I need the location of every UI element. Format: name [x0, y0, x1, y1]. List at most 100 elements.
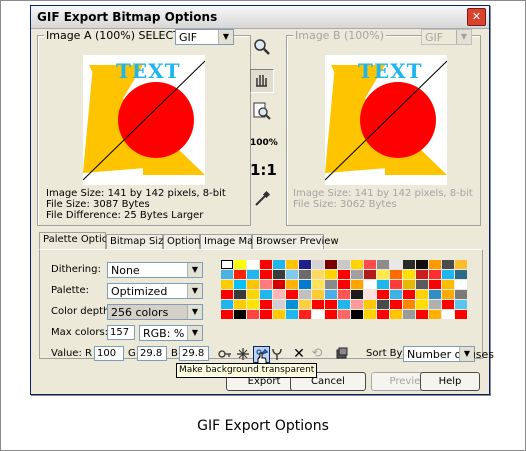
palette-swatch[interactable] — [455, 310, 467, 319]
palette-swatch[interactable] — [286, 300, 298, 309]
palette-swatch[interactable] — [429, 310, 441, 319]
palette-swatch[interactable] — [286, 290, 298, 299]
palette-swatch[interactable] — [351, 280, 363, 289]
restore-color-button[interactable]: ⟲ — [310, 347, 324, 361]
palette-swatch[interactable] — [377, 290, 389, 299]
palette-swatch[interactable] — [455, 300, 467, 309]
palette-swatch[interactable] — [442, 260, 454, 269]
one-to-one-button[interactable]: 1:1 — [250, 158, 277, 182]
palette-swatch[interactable] — [390, 300, 402, 309]
zoom-area-tool-button[interactable] — [250, 101, 274, 125]
palette-swatch[interactable] — [325, 260, 337, 269]
help-button[interactable]: Help — [420, 372, 480, 391]
palette-swatch[interactable] — [273, 290, 285, 299]
palette-swatch[interactable] — [442, 300, 454, 309]
green-input[interactable]: 29.8 — [137, 346, 167, 361]
palette-swatch[interactable] — [416, 310, 428, 319]
palette-swatch[interactable] — [351, 260, 363, 269]
palette-swatch[interactable] — [416, 290, 428, 299]
palette-swatch[interactable] — [338, 310, 350, 319]
palette-swatch[interactable] — [286, 280, 298, 289]
add-color-button[interactable] — [335, 347, 349, 361]
palette-swatch[interactable] — [364, 310, 376, 319]
palette-swatch[interactable] — [234, 270, 246, 279]
palette-swatch[interactable] — [260, 270, 272, 279]
palette-swatch[interactable] — [221, 300, 233, 309]
palette-swatch[interactable] — [234, 280, 246, 289]
close-button[interactable]: ✕ — [467, 8, 486, 26]
red-input[interactable]: 100 — [94, 346, 124, 361]
palette-swatch[interactable] — [299, 290, 311, 299]
tab-image-map[interactable]: Image Map — [200, 234, 260, 249]
palette-swatch[interactable] — [312, 290, 324, 299]
palette-swatch[interactable] — [351, 310, 363, 319]
tab-options[interactable]: Options — [163, 234, 206, 249]
palette-swatch[interactable] — [455, 260, 467, 269]
palette-swatch[interactable] — [299, 260, 311, 269]
palette-swatch[interactable] — [260, 260, 272, 269]
palette-swatch[interactable] — [338, 290, 350, 299]
color-palette-grid[interactable] — [221, 260, 467, 319]
eyedropper-tool-button[interactable] — [250, 189, 274, 213]
palette-swatch[interactable] — [312, 270, 324, 279]
palette-swatch[interactable] — [377, 310, 389, 319]
palette-swatch[interactable] — [403, 310, 415, 319]
palette-swatch[interactable] — [221, 260, 233, 269]
palette-swatch[interactable] — [273, 280, 285, 289]
palette-swatch[interactable] — [377, 300, 389, 309]
palette-swatch[interactable] — [286, 270, 298, 279]
image-a-preview[interactable]: TEXT — [83, 55, 205, 185]
palette-swatch[interactable] — [260, 310, 272, 319]
palette-swatch[interactable] — [273, 310, 285, 319]
palette-select[interactable]: Optimized ▼ — [107, 283, 203, 299]
palette-swatch[interactable] — [442, 290, 454, 299]
blue-input[interactable]: 29.8 — [179, 346, 209, 361]
palette-swatch[interactable] — [364, 280, 376, 289]
palette-swatch[interactable] — [299, 270, 311, 279]
palette-swatch[interactable] — [429, 300, 441, 309]
palette-swatch[interactable] — [338, 260, 350, 269]
max-colors-input[interactable]: 157 — [107, 325, 135, 340]
palette-swatch[interactable] — [416, 280, 428, 289]
palette-swatch[interactable] — [234, 300, 246, 309]
palette-swatch[interactable] — [247, 260, 259, 269]
zoom-tool-button[interactable] — [250, 37, 274, 61]
palette-swatch[interactable] — [325, 310, 337, 319]
palette-swatch[interactable] — [442, 310, 454, 319]
palette-swatch[interactable] — [273, 260, 285, 269]
palette-swatch[interactable] — [351, 300, 363, 309]
palette-swatch[interactable] — [247, 280, 259, 289]
palette-swatch[interactable] — [351, 270, 363, 279]
palette-swatch[interactable] — [455, 280, 467, 289]
palette-swatch[interactable] — [403, 280, 415, 289]
palette-swatch[interactable] — [429, 270, 441, 279]
palette-swatch[interactable] — [390, 260, 402, 269]
palette-swatch[interactable] — [442, 280, 454, 289]
palette-swatch[interactable] — [338, 280, 350, 289]
palette-swatch[interactable] — [221, 270, 233, 279]
image-b-preview[interactable]: TEXT — [325, 55, 447, 185]
palette-swatch[interactable] — [377, 280, 389, 289]
palette-swatch[interactable] — [364, 260, 376, 269]
dithering-select[interactable]: None ▼ — [107, 262, 203, 278]
palette-swatch[interactable] — [221, 290, 233, 299]
palette-swatch[interactable] — [312, 280, 324, 289]
palette-swatch[interactable] — [403, 270, 415, 279]
palette-swatch[interactable] — [286, 310, 298, 319]
palette-swatch[interactable] — [390, 270, 402, 279]
palette-swatch[interactable] — [390, 280, 402, 289]
palette-swatch[interactable] — [299, 300, 311, 309]
tab-bitmap-size[interactable]: Bitmap Size — [106, 234, 169, 249]
color-mode-select[interactable]: RGB: % ▼ — [139, 325, 203, 341]
palette-swatch[interactable] — [325, 290, 337, 299]
palette-swatch[interactable] — [442, 270, 454, 279]
palette-swatch[interactable] — [260, 300, 272, 309]
lock-color-button[interactable] — [218, 347, 232, 361]
palette-swatch[interactable] — [390, 290, 402, 299]
tab-palette-options[interactable]: Palette Options — [39, 232, 119, 250]
zoom-100-button[interactable]: 100% — [250, 131, 278, 155]
system-color-button[interactable] — [270, 347, 284, 361]
palette-swatch[interactable] — [403, 290, 415, 299]
palette-swatch[interactable] — [325, 300, 337, 309]
image-b-format-select[interactable]: GIF ▼ — [421, 29, 472, 45]
